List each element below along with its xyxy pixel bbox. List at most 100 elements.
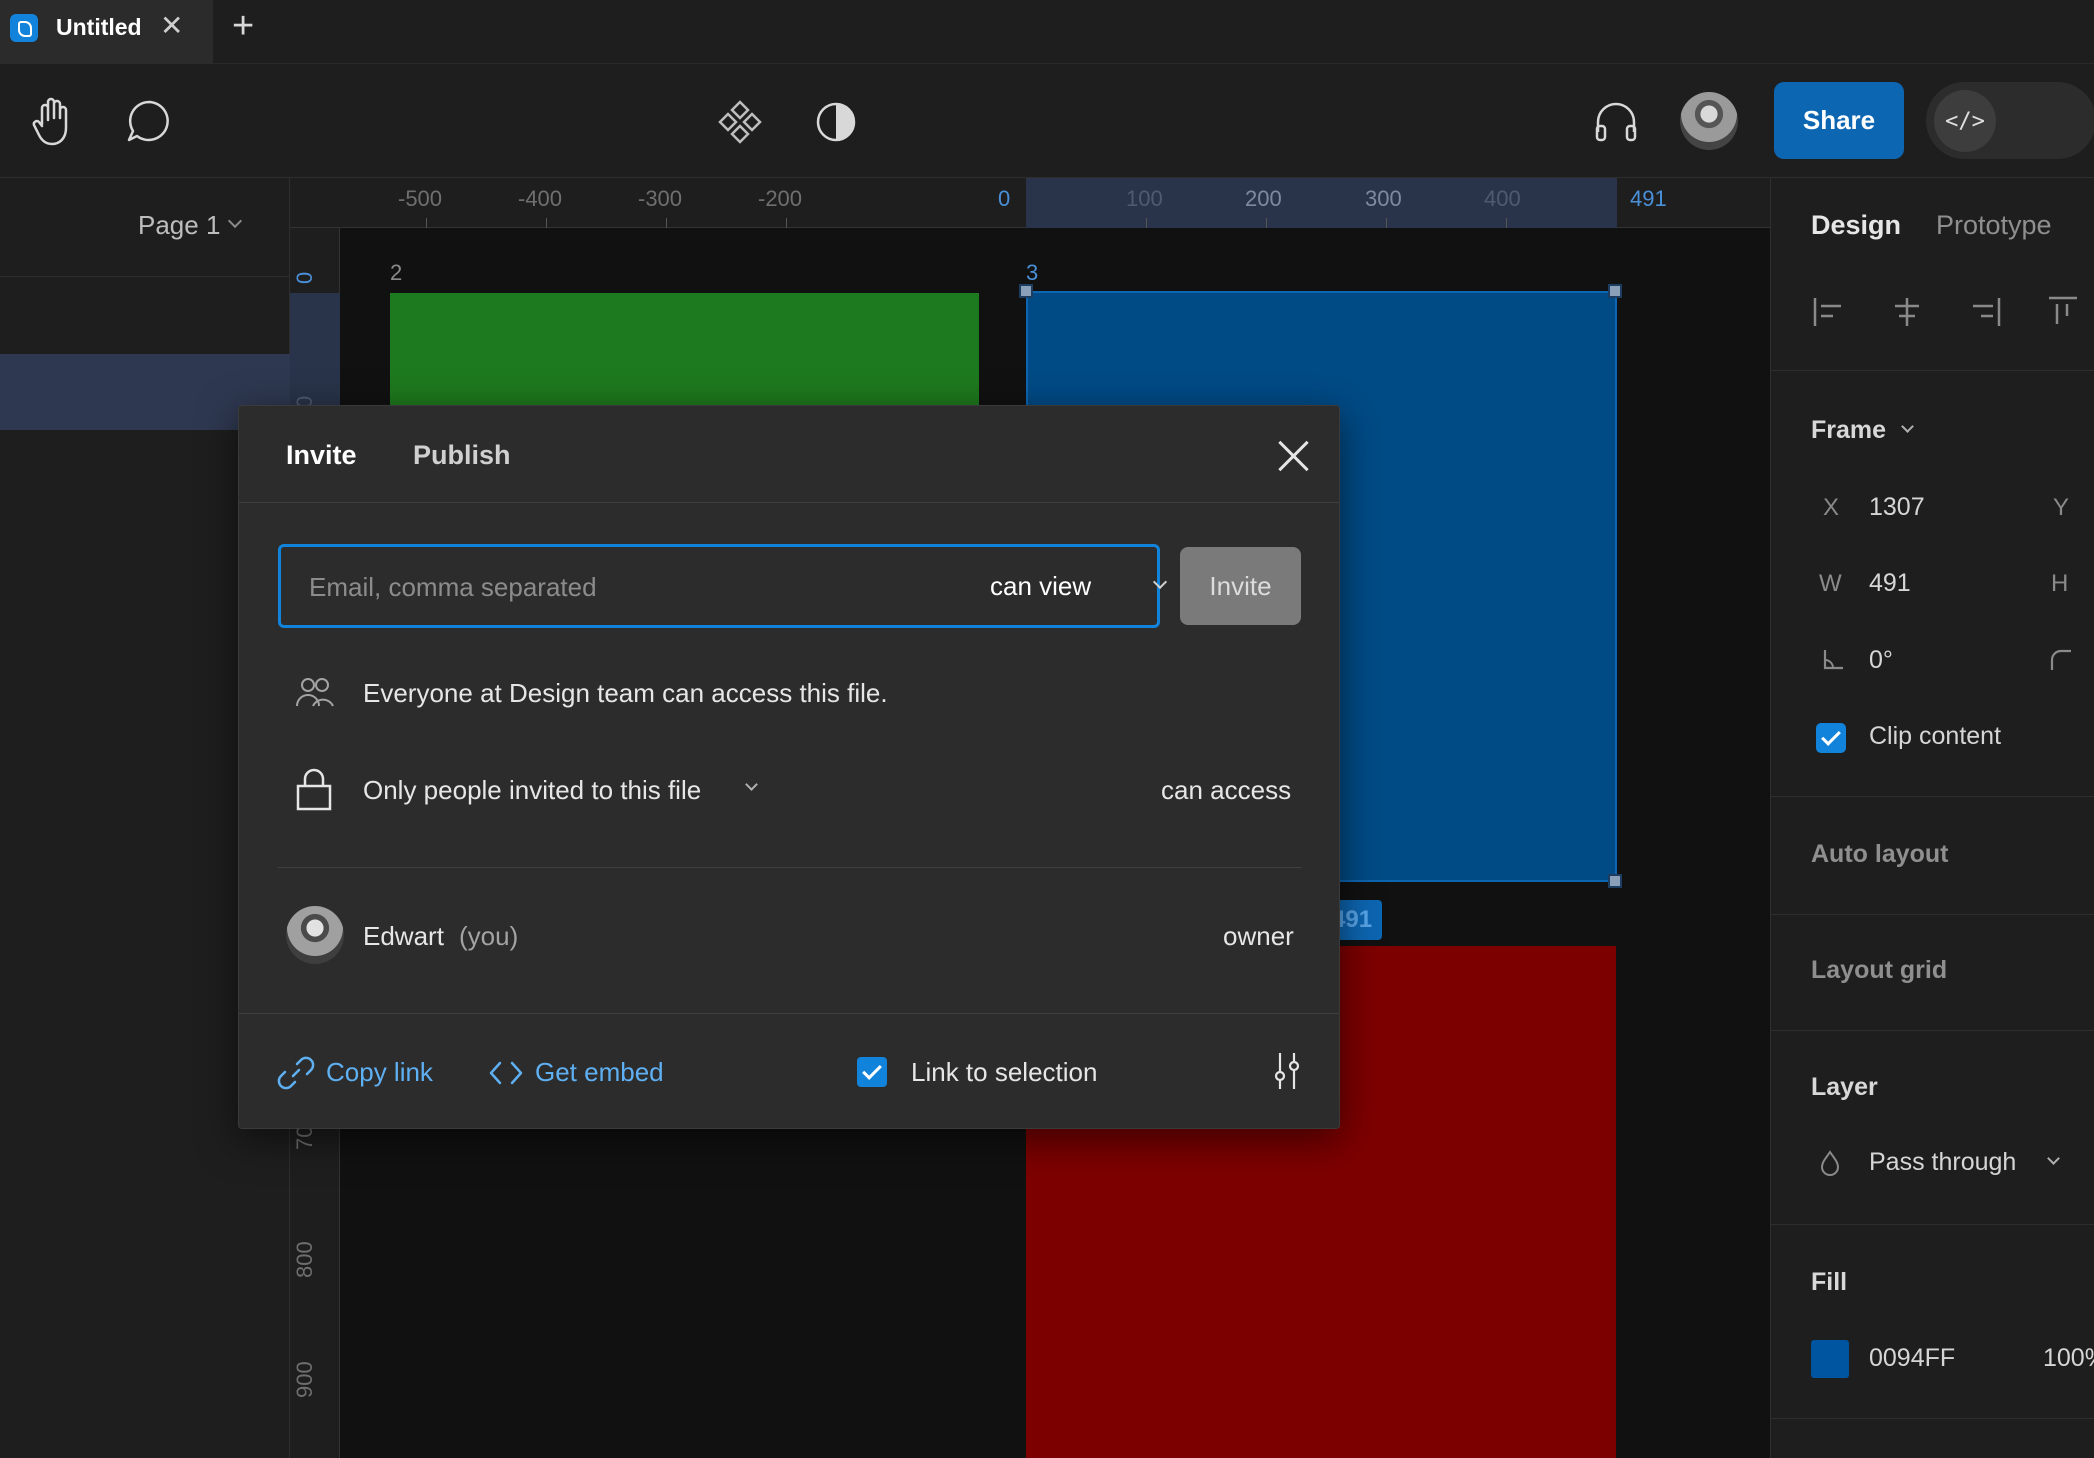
w-input[interactable]: 491 (1869, 569, 1911, 598)
link-access-select[interactable]: Only people invited to this file (363, 775, 701, 806)
ruler-tick (1146, 218, 1147, 228)
tab-bar: Untitled ✕ + (0, 0, 2094, 64)
code-embed-icon[interactable] (489, 1058, 523, 1088)
align-left-icon[interactable] (1811, 294, 1847, 330)
ruler-label: 100 (1126, 186, 1163, 211)
divider (1771, 1224, 2094, 1225)
align-right-icon[interactable] (1967, 294, 2003, 330)
tab-publish[interactable]: Publish (413, 440, 511, 471)
share-button[interactable]: Share (1774, 82, 1904, 159)
divider (1771, 1030, 2094, 1031)
align-center-icon[interactable] (1889, 294, 1925, 330)
user-avatar[interactable] (1680, 92, 1738, 150)
x-input[interactable]: 1307 (1869, 493, 1925, 522)
ruler-label: -400 (518, 186, 563, 211)
ruler-tick (786, 218, 787, 228)
tab-invite[interactable]: Invite (286, 440, 357, 471)
ruler-tick (1266, 218, 1267, 228)
frame-name-label[interactable]: 2 (390, 260, 402, 286)
copy-link-button[interactable]: Copy link (326, 1057, 433, 1088)
clip-content-checkbox[interactable] (1816, 723, 1846, 753)
contrast-theme-icon[interactable] (814, 100, 858, 144)
share-modal: Invite Publish can view Invite Everyone … (238, 405, 1340, 1129)
ruler-label: 300 (1365, 186, 1402, 211)
clip-content-label: Clip content (1869, 722, 2002, 750)
email-input[interactable] (309, 569, 949, 605)
w-label: W (1819, 570, 1842, 597)
ruler-label: 0 (998, 186, 1011, 211)
rotation-input[interactable]: 0° (1869, 646, 1893, 675)
resize-handle[interactable] (1608, 874, 1622, 888)
link-access-permission[interactable]: can access (1161, 775, 1291, 806)
toolbar: Share </> (0, 64, 2094, 178)
ruler-label: 800 (292, 1241, 317, 1278)
chevron-down-icon[interactable] (1901, 420, 1914, 433)
link-to-selection-label: Link to selection (911, 1057, 1098, 1087)
dev-mode-toggle[interactable]: </> (1926, 82, 2094, 159)
fill-color-swatch[interactable] (1811, 1340, 1849, 1378)
lock-icon (296, 768, 332, 811)
permission-select[interactable]: can view (990, 571, 1091, 602)
hand-tool-icon[interactable] (30, 94, 80, 148)
headphones-icon[interactable] (1592, 98, 1640, 146)
corner-radius-icon (2050, 649, 2071, 670)
ruler-label: 0 (292, 271, 317, 284)
page-selector[interactable]: Page 1 (138, 210, 220, 241)
chevron-down-icon[interactable] (745, 778, 758, 791)
tab-prototype[interactable]: Prototype (1936, 210, 2052, 241)
y-label: Y (2053, 494, 2070, 521)
ruler-label: -500 (398, 186, 443, 211)
blend-mode-select[interactable]: Pass through (1869, 1148, 2016, 1177)
figma-app-icon (10, 14, 38, 42)
ruler-label: -300 (638, 186, 683, 211)
ruler-tick (426, 218, 427, 228)
components-icon[interactable] (716, 98, 764, 146)
close-icon[interactable] (1273, 436, 1313, 476)
blend-mode-drop-icon (1820, 1150, 1840, 1176)
resize-handle[interactable] (1608, 284, 1622, 298)
comment-tool-icon[interactable] (126, 98, 172, 144)
fill-section-title: Fill (1811, 1268, 1848, 1296)
rotation-icon (1823, 650, 1843, 670)
fill-opacity-input[interactable]: 100% (2043, 1344, 2094, 1373)
get-embed-button[interactable]: Get embed (535, 1057, 664, 1088)
divider (0, 276, 290, 277)
ruler-selection-highlight (1026, 178, 1617, 228)
align-top-icon[interactable] (2045, 294, 2081, 330)
ruler-tick (1506, 218, 1507, 228)
fill-hex-input[interactable]: 0094FF (1869, 1344, 1955, 1373)
team-icon (296, 678, 334, 707)
divider (1771, 1418, 2094, 1419)
frame-name-label[interactable]: 3 (1026, 260, 1038, 286)
divider (1771, 914, 2094, 915)
invite-button[interactable]: Invite (1180, 547, 1301, 625)
tab-close-icon[interactable]: ✕ (160, 12, 183, 40)
chevron-down-icon[interactable] (1152, 574, 1168, 590)
ruler-label: 70 (292, 1125, 317, 1150)
link-to-selection-checkbox[interactable] (857, 1057, 887, 1087)
invite-email-field[interactable]: can view (278, 544, 1168, 628)
team-access-text: Everyone at Design team can access this … (363, 678, 888, 708)
new-tab-icon[interactable]: + (232, 6, 254, 46)
divider (239, 502, 1339, 503)
member-avatar (286, 906, 344, 964)
resize-handle[interactable] (1019, 284, 1033, 298)
x-label: X (1823, 494, 1840, 521)
chevron-down-icon[interactable] (227, 213, 243, 229)
tab-design[interactable]: Design (1811, 210, 1901, 241)
code-icon: </> (1934, 90, 1996, 152)
link-icon[interactable] (277, 1054, 315, 1092)
divider (239, 1013, 1339, 1014)
tab-title: Untitled (56, 14, 142, 40)
member-name: Edwart (363, 921, 444, 951)
frame-section-title[interactable]: Frame (1811, 416, 1886, 445)
auto-layout-section[interactable]: Auto layout (1811, 840, 1949, 869)
top-ruler: -500 -400 -300 -200 0 100 200 300 400 49… (290, 178, 1770, 228)
settings-sliders-icon[interactable] (1271, 1051, 1303, 1091)
ruler-label: 491 (1630, 186, 1667, 211)
file-tab[interactable]: Untitled ✕ (0, 0, 213, 64)
ruler-tick (666, 218, 667, 228)
h-label: H (2051, 570, 2069, 597)
chevron-down-icon[interactable] (2047, 1152, 2060, 1165)
layout-grid-section[interactable]: Layout grid (1811, 956, 1947, 985)
